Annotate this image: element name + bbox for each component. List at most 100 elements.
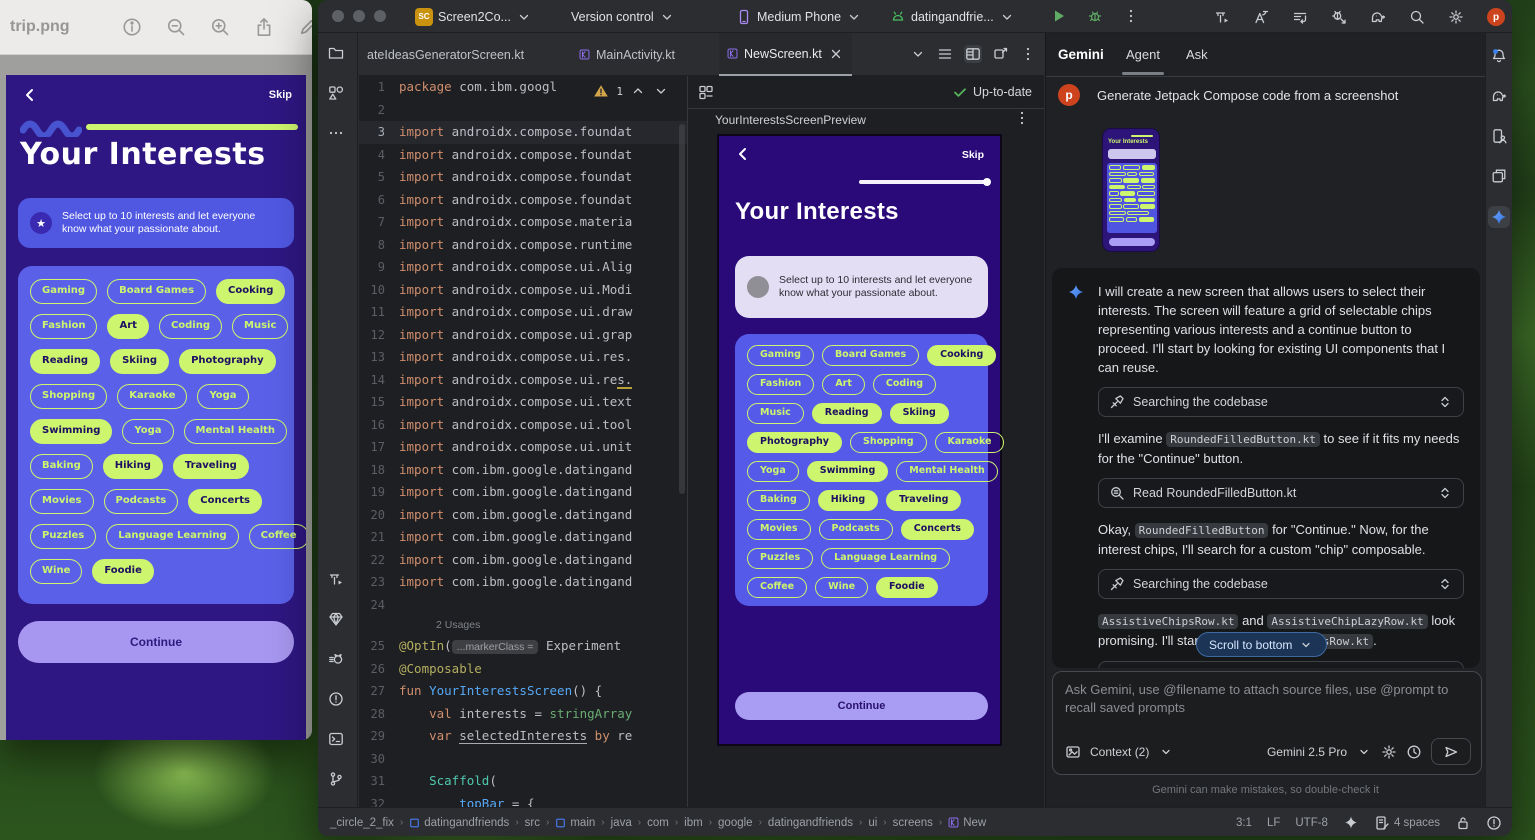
gradle-tool-icon[interactable] [1491, 88, 1507, 104]
prev-problem-icon[interactable] [630, 83, 646, 99]
user-message-text: Generate Jetpack Compose code from a scr… [1097, 88, 1398, 103]
editor-options-icon[interactable] [1020, 46, 1036, 62]
preview-options-icon[interactable] [1014, 110, 1030, 126]
tab-main-activity[interactable]: MainActivity.kt [571, 33, 683, 76]
build-tool-icon[interactable] [1214, 8, 1230, 26]
more-actions-icon[interactable] [1123, 8, 1139, 24]
tool-call-expander[interactable]: Searching the codebase [1098, 387, 1464, 417]
run-config-selector[interactable]: datingandfrie... [890, 0, 1015, 33]
history-rollback-icon[interactable] [1292, 8, 1308, 26]
breadcrumb-item[interactable]: google [718, 817, 753, 829]
editor-scrollbar[interactable] [679, 124, 685, 494]
code-line: 28 val interests = stringArray [359, 703, 687, 726]
encoding[interactable]: UTF-8 [1295, 817, 1328, 829]
gemini-tool-icon[interactable] [1488, 206, 1510, 228]
send-icon [1443, 744, 1459, 760]
code-line: 6import androidx.compose.foundat [359, 189, 687, 212]
tool-call-expander[interactable]: Searching the codebase [1098, 569, 1464, 599]
attach-debugger-icon[interactable] [1331, 8, 1347, 26]
breadcrumb-item[interactable]: datingandfriends [409, 817, 509, 829]
vcs-widget[interactable]: Version control [571, 0, 675, 33]
gemini-settings-icon[interactable] [1381, 744, 1397, 760]
inspections-status-icon[interactable] [1486, 815, 1502, 831]
tab-ideas-generator-screen[interactable]: ateIdeasGeneratorScreen.kt [359, 33, 532, 76]
gemini-input-box[interactable]: Ask Gemini, use @filename to attach sour… [1052, 671, 1482, 775]
running-devices-icon[interactable] [1491, 168, 1507, 184]
scroll-to-bottom-button[interactable]: Scroll to bottom [1196, 632, 1327, 657]
notifications-icon[interactable] [1491, 48, 1507, 64]
resource-manager-icon[interactable] [328, 85, 344, 101]
next-problem-icon[interactable] [653, 83, 669, 99]
expand-collapse-icon[interactable] [1437, 394, 1453, 410]
phone-progress-bar [859, 180, 987, 184]
code-editor[interactable]: 1package com.ibm.googl23import androidx.… [359, 76, 687, 807]
tab-ask[interactable]: Ask [1186, 47, 1208, 62]
logcat-icon[interactable] [328, 651, 344, 667]
model-selector[interactable]: Gemini 2.5 Pro [1267, 745, 1347, 759]
search-everywhere-icon[interactable] [1409, 8, 1425, 26]
layout-mode-icon[interactable] [698, 84, 714, 100]
breadcrumb-item[interactable]: main [555, 817, 595, 829]
design-view-icon[interactable] [993, 46, 1009, 62]
git-branch-icon[interactable] [328, 771, 344, 787]
build-tool-window-icon[interactable] [328, 571, 344, 587]
breadcrumb-item[interactable]: com [647, 817, 669, 829]
zoom-in-icon[interactable] [210, 17, 230, 37]
breadcrumb-item[interactable]: datingandfriends [768, 817, 853, 829]
translate-icon[interactable] [1253, 8, 1269, 26]
expand-collapse-icon[interactable] [1437, 576, 1453, 592]
device-selector[interactable]: Medium Phone [736, 0, 862, 33]
caret-position[interactable]: 3:1 [1236, 817, 1252, 829]
project-tool-icon[interactable] [328, 45, 344, 61]
debug-button-icon[interactable] [1087, 8, 1103, 24]
terminal-icon[interactable] [328, 731, 344, 747]
settings-icon[interactable] [1448, 8, 1464, 26]
project-widget[interactable]: SC Screen2Co... [415, 0, 532, 33]
code-view-icon[interactable] [937, 46, 953, 62]
markup-icon[interactable] [298, 17, 312, 37]
line-ending[interactable]: LF [1267, 817, 1280, 829]
context-selector[interactable]: Context (2) [1090, 745, 1149, 759]
code-line: 19import com.ibm.google.datingand [359, 481, 687, 504]
breadcrumb-item[interactable]: New [948, 817, 986, 829]
breadcrumb-item[interactable]: ui [868, 817, 877, 829]
breadcrumb-item[interactable]: java [611, 817, 632, 829]
attach-image-icon[interactable] [1065, 744, 1081, 760]
zoom-out-icon[interactable] [166, 17, 186, 37]
breadcrumb-item[interactable]: src [525, 817, 540, 829]
tab-agent[interactable]: Agent [1126, 47, 1160, 62]
problems-icon[interactable] [328, 691, 344, 707]
close-tab-icon[interactable] [828, 46, 844, 62]
code-line: 16import androidx.compose.ui.tool [359, 414, 687, 437]
window-controls[interactable] [332, 10, 386, 22]
share-icon[interactable] [254, 17, 274, 37]
info-icon[interactable] [122, 17, 142, 37]
tool-call-expander[interactable]: Read AssistiveChipsRow.kt [1098, 661, 1464, 668]
device-manager-icon[interactable] [1491, 128, 1507, 144]
tools-icon [1109, 576, 1125, 592]
ai-status-icon[interactable] [1343, 815, 1359, 831]
history-icon[interactable] [1406, 744, 1422, 760]
more-tool-windows-icon[interactable] [328, 125, 344, 141]
breadcrumb-item[interactable]: screens [893, 817, 933, 829]
breadcrumb-item[interactable]: ibm [684, 817, 703, 829]
user-avatar[interactable]: p [1487, 8, 1505, 26]
tab-new-screen[interactable]: NewScreen.kt [719, 33, 852, 76]
run-button-icon[interactable] [1051, 8, 1067, 24]
tool-call-expander[interactable]: Read RoundedFilledButton.kt [1098, 478, 1464, 508]
send-button[interactable] [1431, 738, 1471, 765]
usages-hint[interactable]: 2 Usages [359, 616, 687, 635]
inspections-widget[interactable]: 1 [589, 81, 673, 101]
app-quality-insights-icon[interactable] [328, 611, 344, 627]
gradle-sync-icon[interactable] [1370, 8, 1386, 26]
indent-widget[interactable]: 4 spaces [1374, 815, 1440, 831]
hidden-tabs-icon[interactable] [910, 46, 926, 62]
screenshot-thumbnail[interactable]: Your Interests [1102, 128, 1160, 252]
lock-icon[interactable] [1455, 815, 1471, 831]
expand-collapse-icon[interactable] [1437, 485, 1453, 501]
line-number: 31 [359, 770, 399, 793]
breadcrumb-item[interactable]: _circle_2_fix [330, 817, 394, 829]
preview-window-titlebar[interactable]: trip.png [0, 0, 312, 55]
split-view-icon[interactable] [964, 45, 982, 63]
interest-chip: Yoga [122, 419, 173, 444]
